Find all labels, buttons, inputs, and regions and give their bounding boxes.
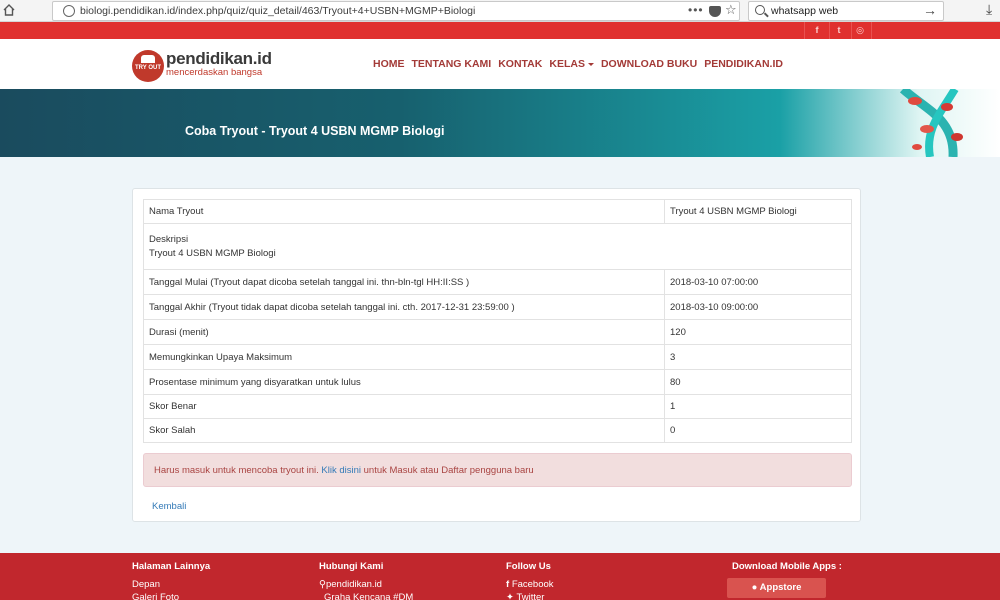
row-value: 80 (664, 369, 852, 395)
map-marker-icon: ⚲ (319, 579, 326, 590)
nav-kelas-label: KELAS (549, 58, 585, 70)
row-value: 0 (664, 418, 852, 443)
home-icon[interactable] (2, 3, 16, 17)
nav-download-buku[interactable]: DOWNLOAD BUKU (601, 58, 697, 70)
table-row: Memungkinkan Upaya Maksimum 3 (143, 344, 852, 370)
main-nav: HOME TENTANG KAMI KONTAK KELAS DOWNLOAD … (373, 58, 783, 70)
apple-icon: ● (751, 582, 760, 593)
row-label: Durasi (menit) (143, 319, 665, 345)
row-label: Memungkinkan Upaya Maksimum (143, 344, 665, 370)
row-value: Tryout 4 USBN MGMP Biologi (664, 199, 852, 224)
nav-kelas[interactable]: KELAS (549, 58, 594, 70)
twitter-icon[interactable]: t (831, 24, 847, 37)
login-required-alert: Harus masuk untuk mencoba tryout ini. Kl… (143, 453, 852, 487)
tryout-info-table: Nama Tryout Tryout 4 USBN MGMP Biologi D… (143, 199, 852, 443)
footer-heading-apps: Download Mobile Apps : (732, 561, 842, 572)
row-value: Tryout 4 USBN MGMP Biologi (149, 248, 276, 259)
row-value: 1 (664, 394, 852, 419)
footer-twitter-label: Twitter (516, 592, 545, 600)
url-text: biologi.pendidikan.id/index.php/quiz/qui… (80, 5, 476, 17)
table-row: Deskripsi Tryout 4 USBN MGMP Biologi (143, 223, 852, 270)
footer-contact-address: Graha Kencana #DM (324, 592, 414, 600)
top-social-bar: f t ◎ (0, 22, 1000, 39)
footer-link-galeri-foto[interactable]: Galeri Foto (132, 592, 179, 600)
logo-name[interactable]: pendidikan.id (166, 49, 272, 69)
footer-heading-follow: Follow Us (506, 561, 551, 572)
table-row: Skor Benar 1 (143, 394, 852, 419)
page-actions-icon[interactable]: ••• (688, 3, 704, 17)
address-bar[interactable]: biologi.pendidikan.id/index.php/quiz/qui… (52, 1, 740, 21)
instagram-icon[interactable]: ◎ (852, 24, 868, 37)
row-label: Deskripsi (149, 234, 189, 245)
nav-home[interactable]: HOME (373, 58, 405, 70)
table-row: Durasi (menit) 120 (143, 319, 852, 345)
alert-prefix: Harus masuk untuk mencoba tryout ini. (154, 465, 322, 476)
tryout-detail-card: Nama Tryout Tryout 4 USBN MGMP Biologi D… (132, 188, 861, 522)
table-row: Tanggal Akhir (Tryout tidak dapat dicoba… (143, 294, 852, 320)
search-icon (755, 5, 765, 15)
row-value: 3 (664, 344, 852, 370)
divider (804, 22, 805, 39)
row-label: Tanggal Mulai (Tryout dapat dicoba setel… (143, 269, 665, 295)
logo-mark-text: TRY OUT (134, 65, 161, 71)
description-cell: Deskripsi Tryout 4 USBN MGMP Biologi (143, 223, 852, 270)
table-row: Tanggal Mulai (Tryout dapat dicoba setel… (143, 269, 852, 295)
row-value: 2018-03-10 09:00:00 (664, 294, 852, 320)
footer-contact-label: pendidikan.id (325, 579, 382, 590)
site-header: TRY OUT pendidikan.id mencerdaskan bangs… (0, 39, 1000, 89)
back-link[interactable]: Kembali (152, 501, 186, 512)
footer-contact-site[interactable]: ⚲pendidikan.id (319, 579, 382, 590)
info-icon[interactable] (63, 5, 75, 17)
pocket-icon[interactable] (709, 6, 721, 17)
divider (871, 22, 872, 39)
footer-heading-pages: Halaman Lainnya (132, 561, 211, 572)
download-icon[interactable]: ⤓ (986, 1, 992, 18)
footer-facebook-link[interactable]: f Facebook (506, 579, 554, 590)
alert-suffix: untuk Masuk atau Daftar pengguna baru (361, 465, 534, 476)
search-go-arrow-icon[interactable]: → (923, 2, 937, 18)
row-label: Skor Benar (143, 394, 665, 419)
browser-toolbar: biologi.pendidikan.id/index.php/quiz/qui… (0, 0, 1000, 22)
appstore-button[interactable]: ● Appstore (727, 578, 826, 598)
table-row: Prosentase minimum yang disyaratkan untu… (143, 369, 852, 395)
search-input[interactable]: whatsapp web → (748, 1, 944, 21)
footer-heading-contact: Hubungi Kami (319, 561, 384, 572)
row-label: Tanggal Akhir (Tryout tidak dapat dicoba… (143, 294, 665, 320)
twitter-icon: ✦ (506, 592, 517, 600)
nav-pendidikan-id[interactable]: PENDIDIKAN.ID (704, 58, 783, 70)
table-row: Nama Tryout Tryout 4 USBN MGMP Biologi (143, 199, 852, 224)
row-value: 2018-03-10 07:00:00 (664, 269, 852, 295)
footer-link-depan[interactable]: Depan (132, 579, 160, 590)
row-label: Prosentase minimum yang disyaratkan untu… (143, 369, 665, 395)
page-banner: Coba Tryout - Tryout 4 USBN MGMP Biologi (0, 89, 1000, 157)
divider (829, 22, 830, 39)
logo-icon[interactable]: TRY OUT (132, 50, 164, 82)
bookmark-star-icon[interactable]: ☆ (725, 2, 737, 18)
chevron-down-icon (587, 62, 594, 66)
row-label: Skor Salah (143, 418, 665, 443)
page-title: Coba Tryout - Tryout 4 USBN MGMP Biologi (185, 124, 445, 138)
search-value: whatsapp web (771, 5, 839, 17)
footer-twitter-link[interactable]: ✦ Twitter (506, 592, 544, 600)
nav-kontak[interactable]: KONTAK (498, 58, 542, 70)
facebook-icon[interactable]: f (809, 24, 825, 37)
site-footer: Halaman Lainnya Depan Galeri Foto Hubung… (0, 553, 1000, 600)
login-link[interactable]: Klik disini (321, 465, 361, 476)
logo-tagline: mencerdaskan bangsa (166, 67, 263, 78)
appstore-label: Appstore (759, 582, 802, 593)
row-label: Nama Tryout (143, 199, 665, 224)
table-row: Skor Salah 0 (143, 418, 852, 443)
dna-decoration-icon (899, 89, 963, 157)
row-value: 120 (664, 319, 852, 345)
graduation-cap-icon (141, 55, 155, 63)
nav-tentang-kami[interactable]: TENTANG KAMI (412, 58, 492, 70)
footer-facebook-label: Facebook (511, 579, 554, 590)
